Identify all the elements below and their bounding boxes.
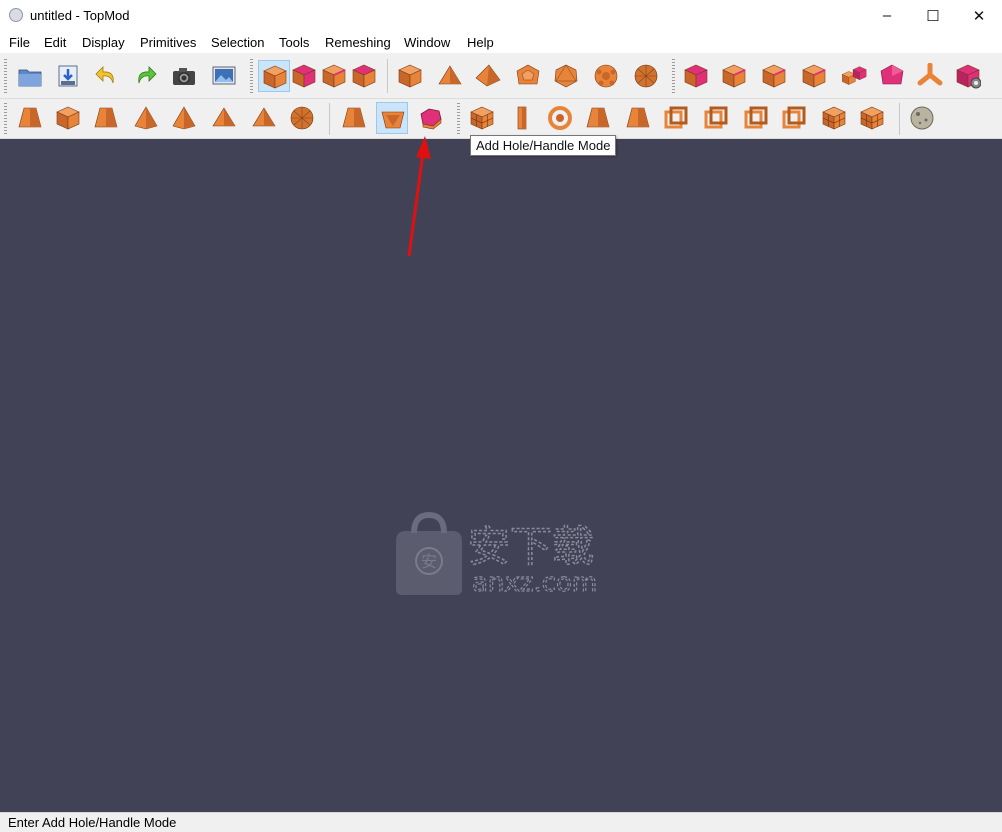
menu-primitives[interactable]: Primitives [140,35,196,50]
select-edge-mode-icon[interactable] [318,60,350,92]
anxz-watermark: 安 安下载 anxz.com [396,511,598,597]
maximize-button[interactable]: ☐ [910,0,956,31]
main-toolbar [0,53,1002,99]
column-wireframe-icon[interactable] [700,102,732,134]
multi-face-handle-icon[interactable] [778,102,810,134]
connect-edges-icon[interactable] [838,60,870,92]
status-text: Enter Add Hole/Handle Mode [8,815,177,830]
select-object-mode-icon[interactable] [258,60,290,92]
extrude-octa-icon[interactable] [168,102,200,134]
geodesic-primitive-icon[interactable] [630,60,662,92]
toolbar-grip[interactable] [457,103,460,135]
menu-window[interactable]: Window [404,35,450,50]
toolbar-separator [329,103,330,135]
conical-mode-icon[interactable] [376,102,408,134]
pillar-icon[interactable] [506,102,538,134]
subdivide-edge-icon[interactable] [798,60,830,92]
menu-edit[interactable]: Edit [44,35,66,50]
toolbar-separator [387,59,388,93]
menu-file[interactable]: File [9,35,30,50]
toolbar-grip[interactable] [4,103,7,135]
menu-display[interactable]: Display [82,35,125,50]
double-stellate-icon[interactable] [248,102,280,134]
menu-help[interactable]: Help [467,35,494,50]
tools-toolbar [0,99,1002,139]
spiral-icon[interactable] [544,102,576,134]
menu-remeshing[interactable]: Remeshing [325,35,391,50]
add-handle-icon[interactable] [338,102,370,134]
toolbar-grip[interactable] [250,59,253,93]
svg-text:安下载: 安下载 [468,522,594,571]
grid-cube-icon[interactable] [856,102,888,134]
window-title: untitled - TopMod [30,8,130,23]
crust-icon[interactable] [622,102,654,134]
collapse-edge-icon[interactable] [758,60,790,92]
add-hole-handle-icon[interactable] [414,102,446,134]
redo-icon[interactable] [130,60,162,92]
texture-sphere-icon[interactable] [906,102,938,134]
sculpt-icon[interactable] [582,102,614,134]
delete-edge-icon[interactable] [718,60,750,92]
insert-edge-icon[interactable] [680,60,712,92]
minimize-button[interactable]: – [864,0,910,31]
wireframe-icon[interactable] [660,102,692,134]
extrude-dual-icon[interactable] [52,102,84,134]
menu-selection[interactable]: Selection [211,35,264,50]
cube-primitive-icon[interactable] [394,60,426,92]
toolbar-grip[interactable] [4,59,7,93]
stellate-icon[interactable] [208,102,240,134]
open-icon[interactable] [14,60,46,92]
dodecahedron-primitive-icon[interactable] [512,60,544,92]
svg-text:anxz.com: anxz.com [472,568,597,597]
app-icon [9,8,23,22]
status-bar: Enter Add Hole/Handle Mode [0,812,1002,832]
title-bar: untitled - TopMod – ☐ ✕ [0,0,1002,31]
settings-cube-icon[interactable] [952,60,984,92]
3d-viewport[interactable]: 安 安下载 anxz.com [0,139,1002,812]
tetrahedron-primitive-icon[interactable] [434,60,466,92]
svg-text:安: 安 [421,552,437,571]
camera-icon[interactable] [168,60,200,92]
rind-modeling-icon[interactable] [466,102,498,134]
select-vertex-mode-icon[interactable] [348,60,380,92]
extrude-vertex-icon[interactable] [914,60,946,92]
close-button[interactable]: ✕ [956,0,1002,31]
octahedron-primitive-icon[interactable] [472,60,504,92]
tooltip: Add Hole/Handle Mode [470,135,617,156]
extrude-icosa-icon[interactable] [130,102,162,134]
extrude-face-icon[interactable] [14,102,46,134]
menu-tools[interactable]: Tools [279,35,309,50]
save-icon[interactable] [52,60,84,92]
menu-bar: File Edit Display Primitives Selection T… [0,31,1002,53]
screenshot-icon[interactable] [208,60,240,92]
undo-icon[interactable] [90,60,122,92]
menger-sponge-icon[interactable] [818,102,850,134]
extrude-dodeca-icon[interactable] [90,102,122,134]
transform-icon[interactable] [876,60,908,92]
sierpinsky-icon[interactable] [740,102,772,134]
sphere-mesh-icon[interactable] [286,102,318,134]
icosahedron-primitive-icon[interactable] [550,60,582,92]
soccerball-primitive-icon[interactable] [590,60,622,92]
toolbar-separator [899,103,900,135]
toolbar-grip[interactable] [672,59,675,93]
select-face-mode-icon[interactable] [288,60,320,92]
